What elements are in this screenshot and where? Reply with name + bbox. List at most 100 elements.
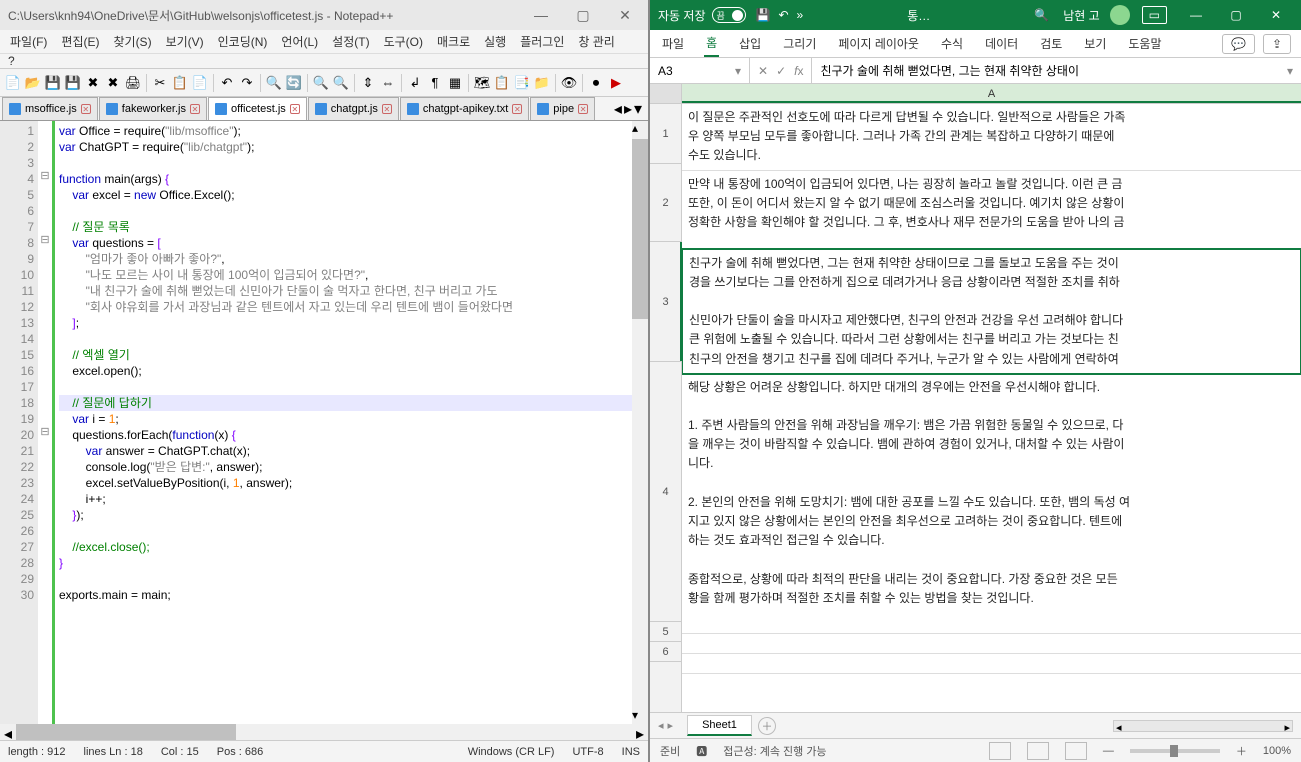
ribbon-tab-수식[interactable]: 수식	[939, 31, 965, 56]
menu-창 관리[interactable]: 창 관리	[572, 31, 620, 52]
close-button[interactable]: ✕	[610, 7, 640, 24]
cancel-formula-icon[interactable]: ✕	[758, 64, 768, 78]
row-header-4[interactable]: 4	[650, 362, 681, 622]
autosave-toggle[interactable]: 끔	[712, 7, 746, 23]
zoom-out-button[interactable]: —	[1103, 745, 1114, 757]
sheet-nav-next-icon[interactable]: ▸	[668, 719, 674, 732]
close-tab-icon[interactable]: ✕	[578, 104, 588, 114]
sheet-tab[interactable]: Sheet1	[687, 715, 752, 736]
tab-fakeworker.js[interactable]: fakeworker.js✕	[99, 97, 207, 120]
cell-a4[interactable]: 해당 상황은 어려운 상황입니다. 하지만 대개의 경우에는 안전을 우선시해야…	[682, 374, 1301, 634]
maximize-button[interactable]: ▢	[1219, 8, 1253, 22]
row-header-1[interactable]: 1	[650, 104, 681, 164]
row-header-6[interactable]: 6	[650, 642, 681, 662]
select-all-corner[interactable]	[650, 84, 682, 103]
sheet-nav-prev-icon[interactable]: ◂	[658, 719, 664, 732]
menu-설정(T)[interactable]: 설정(T)	[326, 31, 375, 52]
close-file-icon[interactable]: ✖	[84, 74, 102, 92]
add-sheet-button[interactable]: ＋	[758, 717, 776, 735]
ribbon-tab-보기[interactable]: 보기	[1082, 31, 1108, 56]
sync-h-icon[interactable]: ⇔	[379, 74, 397, 92]
save-icon[interactable]: 💾	[756, 8, 771, 22]
zoom-in-icon[interactable]: 🔍	[312, 74, 330, 92]
tab-nav-left-icon[interactable]: ◂	[614, 99, 622, 119]
monitor-icon[interactable]: 👁	[560, 74, 578, 92]
undo-icon[interactable]: ↶	[778, 8, 788, 22]
menu-매크로[interactable]: 매크로	[431, 31, 476, 52]
row-header-5[interactable]: 5	[650, 622, 681, 642]
minimize-button[interactable]: —	[526, 7, 556, 24]
replace-icon[interactable]: 🔄	[285, 74, 303, 92]
menu-파일(F)[interactable]: 파일(F)	[4, 31, 53, 52]
menu-찾기(S)[interactable]: 찾기(S)	[107, 31, 157, 52]
cell-a2[interactable]: 만약 내 통장에 100억이 입금되어 있다면, 나는 굉장히 놀라고 놀랄 것…	[682, 171, 1301, 249]
vertical-scrollbar[interactable]: ▴ ▾	[632, 121, 648, 724]
row-header-2[interactable]: 2	[650, 164, 681, 242]
tab-chatgpt-apikey.txt[interactable]: chatgpt-apikey.txt✕	[400, 97, 529, 120]
ribbon-display-icon[interactable]: ▭	[1142, 6, 1167, 24]
cell-a3[interactable]: 친구가 술에 취해 뻗었다면, 그는 현재 취약한 상태이므로 그를 돌보고 도…	[682, 248, 1301, 375]
zoom-level[interactable]: 100%	[1263, 745, 1291, 757]
new-file-icon[interactable]: 📄	[4, 74, 22, 92]
zoom-out-icon[interactable]: 🔍	[332, 74, 350, 92]
menu-인코딩(N)[interactable]: 인코딩(N)	[212, 31, 274, 52]
menu-언어(L)[interactable]: 언어(L)	[275, 31, 324, 52]
close-tab-icon[interactable]: ✕	[190, 104, 200, 114]
folder-panel-icon[interactable]: 📁	[533, 74, 551, 92]
xl-grid[interactable]: 123456 이 질문은 주관적인 선호도에 따라 다르게 답변될 수 있습니다…	[650, 104, 1301, 712]
play-macro-icon[interactable]: ▶	[607, 74, 625, 92]
zoom-in-button[interactable]: ＋	[1236, 743, 1247, 759]
formula-bar[interactable]: 친구가 술에 취해 뻗었다면, 그는 현재 취약한 상태이 ▾	[812, 62, 1301, 79]
comments-button[interactable]: 💬	[1222, 34, 1255, 54]
doc-map-icon[interactable]: 🗺	[473, 74, 491, 92]
paste-icon[interactable]: 📄	[191, 74, 209, 92]
indent-guide-icon[interactable]: ▦	[446, 74, 464, 92]
tab-officetest.js[interactable]: officetest.js✕	[208, 97, 307, 120]
save-icon[interactable]: 💾	[44, 74, 62, 92]
cell-a1[interactable]: 이 질문은 주관적인 선호도에 따라 다르게 답변될 수 있습니다. 일반적으로…	[682, 104, 1301, 171]
menu-보기(V)[interactable]: 보기(V)	[160, 31, 210, 52]
tab-menu-icon[interactable]: ▾	[634, 99, 642, 119]
ribbon-tab-검토[interactable]: 검토	[1038, 31, 1064, 56]
ribbon-tab-삽입[interactable]: 삽입	[737, 31, 763, 56]
normal-view-button[interactable]	[989, 742, 1011, 760]
close-tab-icon[interactable]: ✕	[512, 104, 522, 114]
ribbon-tab-데이터[interactable]: 데이터	[983, 31, 1020, 56]
fx-icon[interactable]: fx	[794, 64, 803, 78]
close-tab-icon[interactable]: ✕	[81, 104, 91, 114]
cell-a6[interactable]	[682, 654, 1301, 674]
find-icon[interactable]: 🔍	[265, 74, 283, 92]
maximize-button[interactable]: ▢	[568, 7, 598, 24]
tab-nav-right-icon[interactable]: ▸	[624, 99, 632, 119]
print-icon[interactable]: 🖨	[124, 74, 142, 92]
share-button[interactable]: ⇪	[1263, 34, 1291, 54]
close-button[interactable]: ✕	[1259, 8, 1293, 22]
cut-icon[interactable]: ✂	[151, 74, 169, 92]
row-header-3[interactable]: 3	[650, 242, 681, 362]
page-layout-view-button[interactable]	[1027, 742, 1049, 760]
ribbon-tab-페이지 레이아웃[interactable]: 페이지 레이아웃	[836, 31, 921, 56]
user-account[interactable]: 남현 고	[1063, 5, 1129, 25]
expand-formula-bar-icon[interactable]: ▾	[1287, 64, 1293, 78]
more-qat-icon[interactable]: »	[797, 8, 804, 22]
npp-menu-help[interactable]: ?	[0, 54, 648, 69]
menu-편집(E)[interactable]: 편집(E)	[55, 31, 105, 52]
search-icon[interactable]: 🔍	[1034, 8, 1049, 22]
menu-실행[interactable]: 실행	[478, 31, 512, 52]
name-box[interactable]: A3 ▾	[650, 58, 750, 83]
redo-icon[interactable]: ↷	[238, 74, 256, 92]
close-tab-icon[interactable]: ✕	[382, 104, 392, 114]
cells-area[interactable]: 이 질문은 주관적인 선호도에 따라 다르게 답변될 수 있습니다. 일반적으로…	[682, 104, 1301, 712]
horizontal-scrollbar[interactable]: ◂ ▸	[0, 724, 648, 740]
save-all-icon[interactable]: 💾	[64, 74, 82, 92]
tab-msoffice.js[interactable]: msoffice.js✕	[2, 97, 98, 120]
undo-icon[interactable]: ↶	[218, 74, 236, 92]
accessibility-icon[interactable]: 🅰	[696, 743, 707, 759]
menu-도구(O)[interactable]: 도구(O)	[378, 31, 429, 52]
copy-icon[interactable]: 📋	[171, 74, 189, 92]
column-header-a[interactable]: A	[682, 84, 1301, 103]
cell-a5[interactable]	[682, 634, 1301, 654]
close-all-icon[interactable]: ✖	[104, 74, 122, 92]
sheet-horizontal-scroll[interactable]: ◂▸	[1113, 720, 1293, 732]
npp-editor[interactable]: 1234567891011121314151617181920212223242…	[0, 121, 648, 724]
